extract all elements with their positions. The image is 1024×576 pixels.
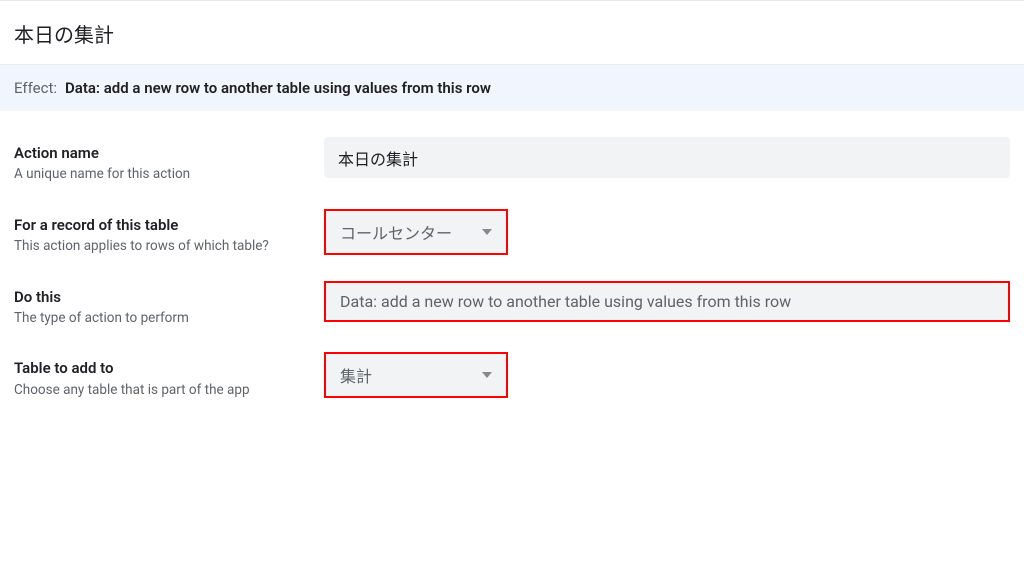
action-name-title: Action name — [14, 143, 300, 163]
highlight-do-this: Data: add a new row to another table usi… — [324, 281, 1010, 322]
table-to-add-desc: Choose any table that is part of the app — [14, 381, 300, 401]
row-action-name: Action name A unique name for this actio… — [14, 137, 1010, 185]
row-table-to-add: Table to add to Choose any table that is… — [14, 352, 1010, 400]
chevron-down-icon — [482, 229, 492, 235]
do-this-desc: The type of action to perform — [14, 309, 300, 329]
do-this-select[interactable]: Data: add a new row to another table usi… — [326, 283, 1008, 320]
do-this-value: Data: add a new row to another table usi… — [340, 292, 791, 311]
for-record-value: コールセンター — [340, 220, 452, 244]
row-for-record: For a record of this table This action a… — [14, 209, 1010, 257]
for-record-title: For a record of this table — [14, 215, 300, 235]
table-to-add-value: 集計 — [340, 363, 372, 387]
effect-value: Data: add a new row to another table usi… — [65, 79, 491, 97]
chevron-down-icon — [482, 372, 492, 378]
for-record-select[interactable]: コールセンター — [326, 211, 506, 253]
effect-label: Effect: — [14, 79, 57, 97]
table-to-add-title: Table to add to — [14, 358, 300, 378]
page-title: 本日の集計 — [0, 1, 1024, 64]
action-name-desc: A unique name for this action — [14, 165, 300, 185]
do-this-title: Do this — [14, 287, 300, 307]
highlight-table-to-add: 集計 — [324, 352, 508, 398]
table-to-add-select[interactable]: 集計 — [326, 354, 506, 396]
effect-bar: Effect: Data: add a new row to another t… — [0, 65, 1024, 111]
action-name-input[interactable] — [324, 137, 1010, 178]
highlight-for-record: コールセンター — [324, 209, 508, 255]
for-record-desc: This action applies to rows of which tab… — [14, 237, 300, 257]
row-do-this: Do this The type of action to perform Da… — [14, 281, 1010, 329]
